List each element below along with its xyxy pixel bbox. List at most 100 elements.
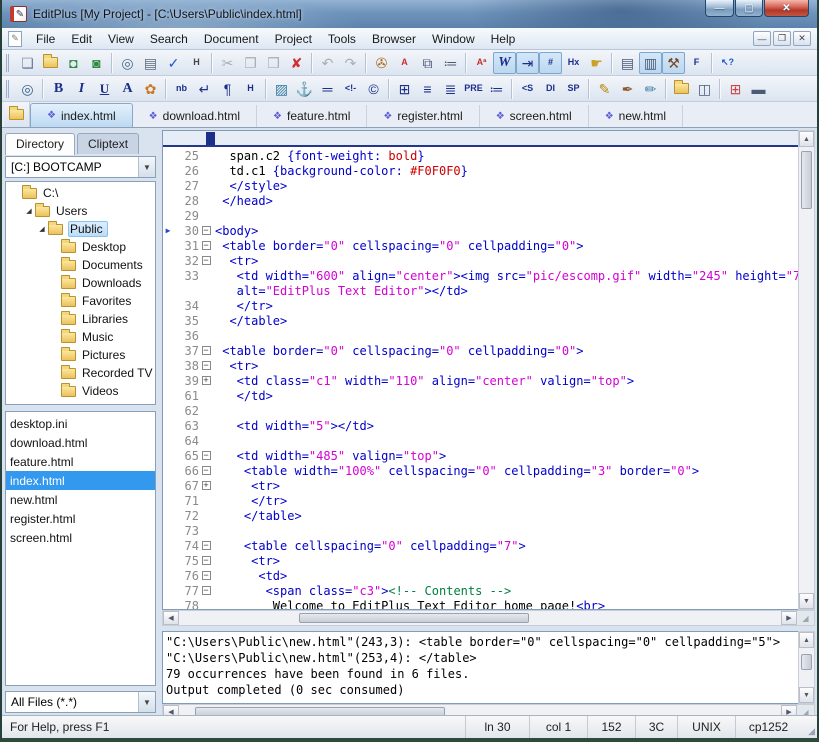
- sidebar-tab-directory[interactable]: Directory: [5, 133, 75, 155]
- paragraph-icon[interactable]: ¶: [216, 78, 239, 100]
- scrollbar-thumb[interactable]: [299, 613, 529, 623]
- fold-collapse-icon[interactable]: −: [202, 256, 211, 265]
- code-line[interactable]: 25 span.c2 {font-weight: bold}: [163, 148, 798, 163]
- code-line[interactable]: 72 </table>: [163, 508, 798, 523]
- save-all-icon[interactable]: ◙: [85, 52, 108, 74]
- code-line[interactable]: 74− <table cellspacing="0" cellpadding="…: [163, 538, 798, 553]
- fold-column[interactable]: −: [199, 586, 213, 595]
- print-preview-icon[interactable]: ◎: [116, 52, 139, 74]
- code-pane[interactable]: 25 span.c2 {font-weight: bold}26 td.c1 {…: [163, 147, 798, 609]
- mdi-restore-button[interactable]: ❐: [773, 31, 791, 46]
- code-line[interactable]: 39+ <td class="c1" width="110" align="ce…: [163, 373, 798, 388]
- menu-search[interactable]: Search: [142, 30, 196, 48]
- menu-browser[interactable]: Browser: [364, 30, 424, 48]
- fold-column[interactable]: +: [199, 376, 213, 385]
- maximize-button[interactable]: ▢: [735, 0, 763, 17]
- fold-collapse-icon[interactable]: −: [202, 361, 211, 370]
- fold-column[interactable]: −: [199, 226, 213, 235]
- preformatted-icon[interactable]: PRE: [462, 78, 485, 100]
- select-tag-icon[interactable]: ☛: [585, 52, 608, 74]
- div-tag-icon[interactable]: DI: [539, 78, 562, 100]
- fold-collapse-icon[interactable]: −: [202, 541, 211, 550]
- code-editor[interactable]: ----+----1----+----2----+----3----+----4…: [162, 130, 798, 610]
- code-line[interactable]: 28 </head>: [163, 193, 798, 208]
- align-justify-icon[interactable]: ≣: [439, 78, 462, 100]
- toolbar-grip[interactable]: [6, 54, 11, 72]
- redo-icon[interactable]: ↷: [339, 52, 362, 74]
- tree-item-recorded-tv[interactable]: Recorded TV: [6, 364, 155, 382]
- color-picker-icon[interactable]: ✏: [639, 78, 662, 100]
- tree-item-c-[interactable]: C:\: [6, 184, 155, 202]
- hex-viewer-icon[interactable]: Hx: [562, 52, 585, 74]
- bold-icon[interactable]: B: [47, 78, 70, 100]
- list-icon[interactable]: ≔: [485, 78, 508, 100]
- cut-icon[interactable]: ✂: [216, 52, 239, 74]
- tab-folder-button[interactable]: [4, 102, 30, 127]
- file-filter-select[interactable]: All Files (*.*) ▼: [5, 691, 156, 713]
- highlight-icon[interactable]: ✇: [370, 52, 393, 74]
- paste-icon[interactable]: ❒: [262, 52, 285, 74]
- tree-item-favorites[interactable]: Favorites: [6, 292, 155, 310]
- fold-collapse-icon[interactable]: −: [202, 571, 211, 580]
- fold-column[interactable]: −: [199, 571, 213, 580]
- menu-window[interactable]: Window: [424, 30, 483, 48]
- font-icon[interactable]: A: [116, 78, 139, 100]
- print-icon[interactable]: ▤: [139, 52, 162, 74]
- file-item-register.html[interactable]: register.html: [6, 509, 155, 528]
- code-line[interactable]: 33 <td width="600" align="center"><img s…: [163, 268, 798, 283]
- spell-check-icon[interactable]: ✓: [162, 52, 185, 74]
- fold-collapse-icon[interactable]: −: [202, 556, 211, 565]
- fold-collapse-icon[interactable]: −: [202, 586, 211, 595]
- menu-file[interactable]: File: [28, 30, 63, 48]
- code-line[interactable]: 36: [163, 328, 798, 343]
- file-item-index.html[interactable]: index.html: [6, 471, 155, 490]
- new-folder-icon[interactable]: [670, 78, 693, 100]
- new-html-page-icon[interactable]: H: [185, 52, 208, 74]
- uppercase-icon[interactable]: Aª: [470, 52, 493, 74]
- nonbreaking-space-icon[interactable]: nb: [170, 78, 193, 100]
- save-icon[interactable]: ◘: [62, 52, 85, 74]
- tab-register.html[interactable]: ❖register.html: [367, 105, 479, 127]
- mdi-minimize-button[interactable]: —: [753, 31, 771, 46]
- code-line[interactable]: 31− <table border="0" cellspacing="0" ce…: [163, 238, 798, 253]
- menu-tools[interactable]: Tools: [320, 30, 364, 48]
- tree-item-music[interactable]: Music: [6, 328, 155, 346]
- output-text[interactable]: "C:\Users\Public\new.html"(243,3): <tabl…: [162, 631, 798, 704]
- fold-column[interactable]: −: [199, 346, 213, 355]
- code-line[interactable]: 67+ <tr>: [163, 478, 798, 493]
- tab-index.html[interactable]: ❖index.html: [30, 103, 133, 127]
- editor-horizontal-scrollbar[interactable]: ◀ ▶ ◢: [162, 610, 815, 626]
- undo-icon[interactable]: ↶: [316, 52, 339, 74]
- code-line[interactable]: 29: [163, 208, 798, 223]
- menu-help[interactable]: Help: [483, 30, 524, 48]
- special-character-icon[interactable]: ©: [362, 78, 385, 100]
- document-list-icon[interactable]: ⧉: [416, 52, 439, 74]
- tab-new.html[interactable]: ❖new.html: [589, 105, 683, 127]
- code-line[interactable]: ▶30−<body>: [163, 223, 798, 238]
- copy-icon[interactable]: ❐: [239, 52, 262, 74]
- context-help-icon[interactable]: ↖?: [716, 52, 739, 74]
- code-line[interactable]: 64: [163, 433, 798, 448]
- tab-download.html[interactable]: ❖download.html: [133, 105, 257, 127]
- scroll-up-icon[interactable]: ▲: [799, 632, 814, 648]
- code-line[interactable]: 35 </table>: [163, 313, 798, 328]
- code-line[interactable]: 66− <table width="100%" cellspacing="0" …: [163, 463, 798, 478]
- code-line[interactable]: 38− <tr>: [163, 358, 798, 373]
- scroll-up-icon[interactable]: ▲: [799, 131, 814, 147]
- scroll-left-icon[interactable]: ◀: [163, 611, 179, 625]
- fold-collapse-icon[interactable]: −: [202, 346, 211, 355]
- tree-item-documents[interactable]: Documents: [6, 256, 155, 274]
- fold-column[interactable]: +: [199, 481, 213, 490]
- fold-collapse-icon[interactable]: −: [202, 466, 211, 475]
- mdi-close-button[interactable]: ✕: [793, 31, 811, 46]
- title-bar[interactable]: ✎ EditPlus [My Project] - [C:\Users\Publ…: [2, 0, 817, 28]
- fold-collapse-icon[interactable]: −: [202, 226, 211, 235]
- fold-column[interactable]: −: [199, 466, 213, 475]
- code-line[interactable]: 78 Welcome to EditPlus Text Editor home …: [163, 598, 798, 609]
- file-item-new.html[interactable]: new.html: [6, 490, 155, 509]
- file-item-screen.html[interactable]: screen.html: [6, 528, 155, 547]
- comment-icon[interactable]: <!-: [339, 78, 362, 100]
- minimize-button[interactable]: —: [705, 0, 734, 17]
- output-vertical-scrollbar[interactable]: ▲ ▼: [798, 631, 815, 704]
- sorted-list-icon[interactable]: ≔: [439, 52, 462, 74]
